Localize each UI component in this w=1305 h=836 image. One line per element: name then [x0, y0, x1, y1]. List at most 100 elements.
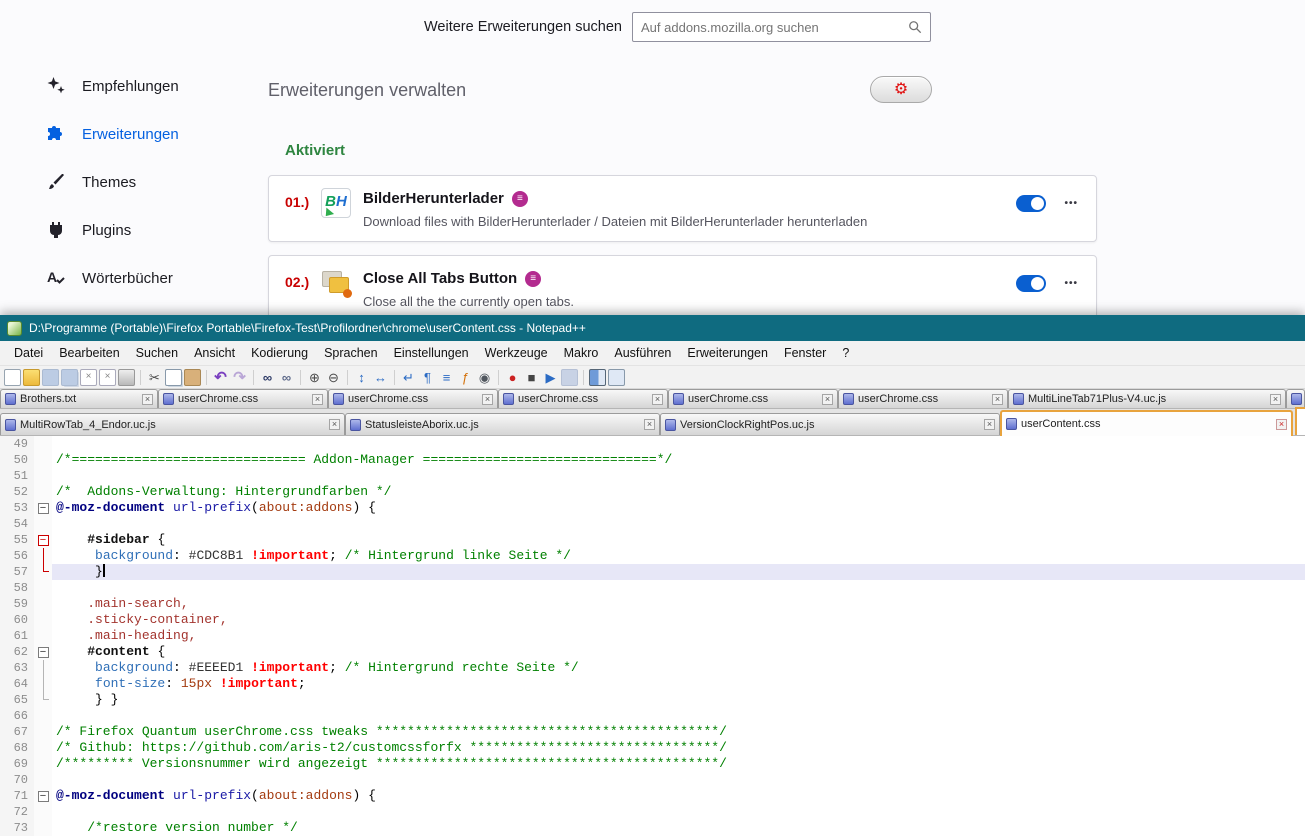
tab-StatusleisteAborix.uc.js[interactable]: StatusleisteAborix.uc.js×: [345, 413, 660, 435]
fold-marker[interactable]: −: [38, 503, 49, 514]
addons-search-box[interactable]: [632, 12, 931, 42]
menu-suchen[interactable]: Suchen: [128, 341, 186, 365]
editor-line-54[interactable]: 54: [0, 516, 1305, 532]
record-macro-icon[interactable]: ●: [504, 369, 521, 386]
fold-marker[interactable]: −: [38, 647, 49, 658]
tab-MultiLineTab71Plus-V4.uc.js[interactable]: MultiLineTab71Plus-V4.uc.js×: [1008, 389, 1286, 408]
editor-line-73[interactable]: 73 /*restore version number */: [0, 820, 1305, 836]
editor-line-63[interactable]: 63 background: #EEEED1 !important; /* Hi…: [0, 660, 1305, 676]
tab-userChrome.css[interactable]: userChrome.css×: [328, 389, 498, 408]
tools-for-all-addons-button[interactable]: ⚙: [870, 76, 932, 103]
menu-makro[interactable]: Makro: [556, 341, 607, 365]
close-tab-icon[interactable]: ×: [1270, 394, 1281, 405]
editor-line-68[interactable]: 68/* Github: https://github.com/aris-t2/…: [0, 740, 1305, 756]
save-icon[interactable]: [42, 369, 59, 386]
menu-fenster[interactable]: Fenster: [776, 341, 834, 365]
zoom-in-icon[interactable]: ⊕: [306, 369, 323, 386]
zoom-out-icon[interactable]: ⊖: [325, 369, 342, 386]
save-all-icon[interactable]: [61, 369, 78, 386]
extension-toggle[interactable]: [1016, 275, 1046, 292]
doc-switcher-icon[interactable]: [608, 369, 625, 386]
extension-toggle[interactable]: [1016, 195, 1046, 212]
sidebar-item-themes[interactable]: Themes: [0, 158, 268, 206]
code-editor[interactable]: 4950/*============================== Add…: [0, 436, 1305, 836]
editor-line-70[interactable]: 70: [0, 772, 1305, 788]
close-tab-icon[interactable]: ×: [992, 394, 1003, 405]
copy-icon[interactable]: [165, 369, 182, 386]
tab-userChrome.css[interactable]: userChrome.css×: [838, 389, 1008, 408]
editor-line-61[interactable]: 61 .main-heading,: [0, 628, 1305, 644]
close-icon[interactable]: ×: [80, 369, 97, 386]
function-list-icon[interactable]: ƒ: [457, 369, 474, 386]
editor-line-69[interactable]: 69/********* Versionsnummer wird angezei…: [0, 756, 1305, 772]
indent-guide-icon[interactable]: ≡: [438, 369, 455, 386]
tab-T[interactable]: T×: [1286, 389, 1305, 408]
doc-map-icon[interactable]: [589, 369, 606, 386]
editor-line-56[interactable]: 56 background: #CDC8B1 !important; /* Hi…: [0, 548, 1305, 564]
sync-scroll-h-icon[interactable]: ↔: [372, 369, 389, 386]
editor-line-55[interactable]: 55− #sidebar {: [0, 532, 1305, 548]
close-tab-icon[interactable]: ×: [984, 419, 995, 430]
tab-VersionClockRightPos.uc.js[interactable]: VersionClockRightPos.uc.js×: [660, 413, 1000, 435]
monitoring-icon[interactable]: ◉: [476, 369, 493, 386]
tab-MultiRowTab_4_Endor.uc.js[interactable]: MultiRowTab_4_Endor.uc.js×: [0, 413, 345, 435]
close-tab-icon[interactable]: ×: [142, 394, 153, 405]
open-folder-icon[interactable]: [23, 369, 40, 386]
new-file-icon[interactable]: [4, 369, 21, 386]
tab-userChrome.css[interactable]: userChrome.css×: [158, 389, 328, 408]
stop-macro-icon[interactable]: ■: [523, 369, 540, 386]
close-tab-icon[interactable]: ×: [482, 394, 493, 405]
print-icon[interactable]: [118, 369, 135, 386]
redo-icon[interactable]: ↷: [231, 369, 248, 386]
cut-icon[interactable]: ✂: [146, 369, 163, 386]
more-options-button[interactable]: •••: [1062, 194, 1080, 213]
more-options-button[interactable]: •••: [1062, 274, 1080, 293]
menu-erweiterungen[interactable]: Erweiterungen: [679, 341, 776, 365]
save-macro-icon[interactable]: [561, 369, 578, 386]
menu-sprachen[interactable]: Sprachen: [316, 341, 386, 365]
menu-ausfhren[interactable]: Ausführen: [606, 341, 679, 365]
menu-kodierung[interactable]: Kodierung: [243, 341, 316, 365]
tab-userContent.css[interactable]: userContent.css×: [1000, 410, 1293, 436]
sidebar-item-recommendations[interactable]: Empfehlungen: [0, 62, 268, 110]
editor-line-58[interactable]: 58: [0, 580, 1305, 596]
editor-line-62[interactable]: 62− #content {: [0, 644, 1305, 660]
menu-werkzeuge[interactable]: Werkzeuge: [477, 341, 556, 365]
menu-datei[interactable]: Datei: [6, 341, 51, 365]
sidebar-item-extensions[interactable]: Erweiterungen: [0, 110, 268, 158]
close-tab-icon[interactable]: ×: [329, 419, 340, 430]
editor-line-66[interactable]: 66: [0, 708, 1305, 724]
menu-ansicht[interactable]: Ansicht: [186, 341, 243, 365]
editor-line-49[interactable]: 49: [0, 436, 1305, 452]
show-all-characters-icon[interactable]: ¶: [419, 369, 436, 386]
editor-line-72[interactable]: 72: [0, 804, 1305, 820]
fold-marker[interactable]: −: [38, 791, 49, 802]
replace-icon[interactable]: ∞: [278, 369, 295, 386]
editor-line-60[interactable]: 60 .sticky-container,: [0, 612, 1305, 628]
window-title-bar[interactable]: D:\Programme (Portable)\Firefox Portable…: [0, 315, 1305, 341]
editor-line-64[interactable]: 64 font-size: 15px !important;: [0, 676, 1305, 692]
tab-userChrome.css[interactable]: userChrome.css×: [498, 389, 668, 408]
extension-name[interactable]: BilderHerunterlader: [363, 190, 504, 207]
menu-einstellungen[interactable]: Einstellungen: [386, 341, 477, 365]
editor-line-65[interactable]: 65 } }: [0, 692, 1305, 708]
sidebar-item-dictionaries[interactable]: AWörterbücher: [0, 254, 268, 302]
editor-line-51[interactable]: 51: [0, 468, 1305, 484]
editor-line-71[interactable]: 71−@-moz-document url-prefix(about:addon…: [0, 788, 1305, 804]
editor-line-52[interactable]: 52/* Addons-Verwaltung: Hintergrundfarbe…: [0, 484, 1305, 500]
close-tab-icon[interactable]: ×: [644, 419, 655, 430]
close-tab-icon[interactable]: ×: [822, 394, 833, 405]
find-icon[interactable]: ∞: [259, 369, 276, 386]
sidebar-item-plugins[interactable]: Plugins: [0, 206, 268, 254]
undo-icon[interactable]: ↶: [212, 369, 229, 386]
close-tab-icon[interactable]: ×: [312, 394, 323, 405]
fold-marker[interactable]: −: [38, 535, 49, 546]
close-tab-icon[interactable]: ×: [1276, 419, 1287, 430]
menu-bearbeiten[interactable]: Bearbeiten: [51, 341, 127, 365]
tab-Brothers.txt[interactable]: Brothers.txt×: [0, 389, 158, 408]
paste-icon[interactable]: [184, 369, 201, 386]
sync-scroll-v-icon[interactable]: ↕: [353, 369, 370, 386]
extension-name[interactable]: Close All Tabs Button: [363, 270, 517, 287]
close-all-icon[interactable]: ×: [99, 369, 116, 386]
close-tab-icon[interactable]: ×: [652, 394, 663, 405]
